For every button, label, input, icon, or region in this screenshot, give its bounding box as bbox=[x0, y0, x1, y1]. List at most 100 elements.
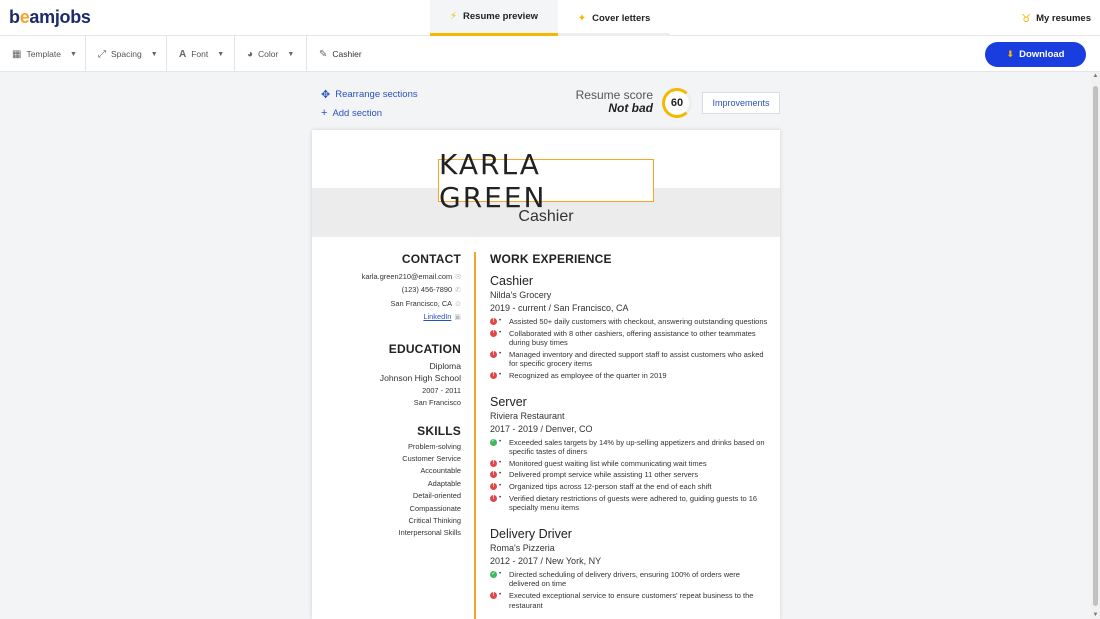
job-company: Riviera Restaurant bbox=[490, 410, 565, 421]
skill-item[interactable]: Compassionate bbox=[330, 503, 461, 515]
bullet-item[interactable]: ! • Managed inventory and directed support… bbox=[490, 350, 772, 369]
contact-heading: CONTACT bbox=[401, 252, 461, 266]
contact-linkedin[interactable]: LinkedIn ▣ bbox=[330, 311, 461, 324]
contact-email[interactable]: karla.green210@email.com ✉ bbox=[330, 271, 461, 284]
color-dropdown[interactable]: ◕ Color ▼ bbox=[235, 36, 307, 72]
skill-item[interactable]: Accountable bbox=[330, 465, 461, 477]
spacing-label: Spacing bbox=[111, 49, 142, 59]
logo[interactable]: beamjobs bbox=[9, 7, 91, 28]
warning-icon: ! bbox=[490, 592, 497, 599]
rename-resume-button[interactable]: ✎ Cashier bbox=[307, 36, 387, 72]
lightning-icon: ⚡ bbox=[449, 11, 458, 22]
skill-item[interactable]: Critical Thinking bbox=[330, 515, 461, 527]
resume-name-field[interactable]: KARLA GREEN bbox=[438, 148, 654, 214]
skill-item[interactable]: Problem-solving bbox=[330, 441, 461, 453]
check-icon: ✓ bbox=[490, 438, 497, 446]
bullet-text: Managed inventory and directed support s… bbox=[509, 349, 764, 369]
contact-phone[interactable]: (123) 456-7890 ✆ bbox=[330, 284, 461, 297]
score-gauge: 60 bbox=[662, 88, 692, 118]
warning-icon: ! bbox=[490, 329, 497, 337]
download-label: Download bbox=[1019, 49, 1065, 60]
warning-icon: ! bbox=[490, 483, 497, 491]
skill-item[interactable]: Customer Service bbox=[330, 453, 461, 465]
template-dropdown[interactable]: ▦ Template ▼ bbox=[0, 36, 86, 72]
tab-resume-preview[interactable]: ⚡ Resume preview bbox=[430, 0, 558, 36]
caret-down-icon: ▼ bbox=[287, 50, 295, 58]
top-header: beamjobs ⚡ Resume preview ✦ Cover letter… bbox=[0, 0, 1100, 36]
bullet-item[interactable]: ! • Recognized as employee of the quarter … bbox=[490, 371, 772, 381]
bullet-dot-icon: • bbox=[499, 494, 502, 501]
font-label: Font bbox=[191, 49, 209, 59]
move-icon: ✥ bbox=[321, 89, 331, 101]
bullet-item[interactable]: ! • Assisted 50+ daily customers with chec… bbox=[490, 317, 772, 327]
palette-icon: ◕ bbox=[247, 48, 254, 60]
bullet-item[interactable]: ! • Collaborated with 8 other cashiers, of… bbox=[490, 329, 772, 348]
contact-location[interactable]: San Francisco, CA ⊙ bbox=[330, 298, 462, 311]
scroll-up-icon[interactable]: ▲ bbox=[1091, 73, 1100, 79]
bullet-dot-icon: • bbox=[499, 438, 502, 445]
resume-page[interactable]: KARLA GREEN Cashier CONTACT karla.green2… bbox=[312, 130, 780, 619]
skill-item[interactable]: Adaptable bbox=[330, 478, 461, 490]
bullet-item[interactable]: ! • Delivered prompt service while assisti… bbox=[490, 470, 772, 480]
bullet-item[interactable]: ! • Verified dietary restrictions of guest… bbox=[490, 494, 772, 513]
scroll-down-icon[interactable]: ▼ bbox=[1091, 612, 1100, 618]
bullet-dot-icon: • bbox=[499, 471, 502, 478]
job-entry[interactable]: Server Riviera Restaurant 2017 - 2019 / … bbox=[490, 395, 772, 513]
improvements-button[interactable]: Improvements bbox=[702, 92, 780, 114]
job-entry[interactable]: Cashier Nilda's Grocery 2019 - current /… bbox=[490, 274, 772, 381]
resume-score-label: Resume score Not bad bbox=[560, 89, 653, 115]
bullet-dot-icon: • bbox=[499, 372, 502, 379]
page-scrollbar[interactable]: ▲ ▼ bbox=[1091, 72, 1100, 619]
education-degree[interactable]: Diploma bbox=[330, 360, 461, 373]
linkedin-icon: ▣ bbox=[454, 314, 461, 322]
education-school[interactable]: Johnson High School bbox=[330, 372, 461, 385]
score-title: Resume score bbox=[575, 88, 653, 102]
rearrange-sections-button[interactable]: ✥ Rearrange sections bbox=[321, 88, 418, 101]
warning-icon: ! bbox=[490, 471, 497, 479]
bullet-text: Delivered prompt service while assisting… bbox=[509, 470, 699, 480]
bullet-text: Organized tips across 12-person staff at… bbox=[509, 482, 712, 492]
warning-icon: ! bbox=[490, 372, 497, 380]
job-entry[interactable]: Delivery Driver Roma's Pizzeria 2012 - 2… bbox=[490, 527, 772, 610]
bullet-text: Recognized as employee of the quarter in… bbox=[509, 371, 667, 381]
bullet-text: Directed scheduling of delivery drivers,… bbox=[509, 569, 740, 589]
font-dropdown[interactable]: A Font ▼ bbox=[167, 36, 235, 72]
bullet-dot-icon: • bbox=[499, 592, 502, 598]
bullet-item[interactable]: ✓ • Exceeded sales targets by 14% by up-se… bbox=[490, 438, 772, 457]
scrollbar-thumb[interactable] bbox=[1093, 86, 1098, 606]
download-button[interactable]: ⬇ Download bbox=[985, 42, 1086, 67]
caret-down-icon: ▼ bbox=[150, 50, 158, 58]
spacing-dropdown[interactable]: ⤢ Spacing ▼ bbox=[86, 36, 167, 72]
job-dates: 2019 - current / San Francisco, CA bbox=[490, 303, 629, 313]
tab-cover-letters[interactable]: ✦ Cover letters bbox=[558, 0, 670, 36]
bullet-dot-icon: • bbox=[499, 483, 502, 490]
skill-item[interactable]: Detail-oriented bbox=[330, 490, 461, 502]
education-dates[interactable]: 2007 - 2011 bbox=[330, 385, 461, 398]
email-text: karla.green210@email.com bbox=[361, 272, 453, 281]
add-section-button[interactable]: + Add section bbox=[321, 107, 382, 119]
right-column: WORK EXPERIENCE Cashier Nilda's Grocery … bbox=[490, 252, 772, 612]
experience-heading: WORK EXPERIENCE bbox=[490, 252, 612, 266]
resume-name: Cashier bbox=[332, 49, 362, 59]
color-label: Color bbox=[258, 49, 279, 59]
add-section-label: Add section bbox=[332, 107, 383, 119]
skill-item[interactable]: Interpersonal Skills bbox=[330, 527, 461, 539]
bullet-item[interactable]: ✓ • Directed scheduling of delivery driver… bbox=[490, 570, 772, 589]
job-title: Cashier bbox=[490, 274, 534, 288]
score-rating: Not bad bbox=[608, 101, 653, 115]
font-icon: A bbox=[179, 48, 187, 60]
bullet-item[interactable]: ! • Executed exceptional service to ensure… bbox=[490, 591, 772, 610]
sparkle-icon: ✦ bbox=[577, 12, 587, 24]
education-heading: EDUCATION bbox=[388, 341, 461, 356]
location-text: San Francisco, CA bbox=[390, 298, 453, 308]
my-resumes-label: My resumes bbox=[1036, 12, 1091, 24]
bullet-item[interactable]: ! • Monitored guest waiting list while com… bbox=[490, 459, 772, 469]
my-resumes-link[interactable]: ♉ My resumes bbox=[1021, 0, 1091, 36]
resize-icon: ⤢ bbox=[98, 48, 106, 60]
linkedin-link[interactable]: LinkedIn bbox=[423, 312, 451, 321]
bullet-item[interactable]: ! • Organized tips across 12-person staff … bbox=[490, 482, 772, 492]
phone-text: (123) 456-7890 bbox=[401, 285, 453, 295]
education-location[interactable]: San Francisco bbox=[330, 397, 461, 410]
resume-title[interactable]: Cashier bbox=[312, 208, 780, 226]
caret-down-icon: ▼ bbox=[217, 50, 225, 58]
